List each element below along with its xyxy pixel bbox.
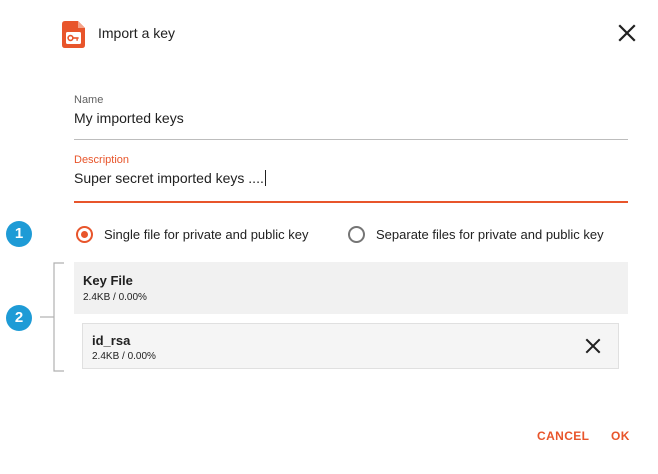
bracket-icon — [40, 262, 64, 372]
name-field[interactable]: Name My imported keys — [74, 93, 628, 140]
description-value: Super secret imported keys .... — [74, 170, 264, 186]
key-file-title: Key File — [83, 273, 133, 288]
dialog-title: Import a key — [98, 25, 176, 41]
file-item-meta: 2.4KB / 0.00% — [92, 351, 156, 362]
ok-button[interactable]: OK — [611, 429, 630, 443]
file-item-name: id_rsa — [92, 333, 131, 348]
radio-separate-files[interactable]: Separate files for private and public ke… — [348, 222, 604, 246]
radio-single-file[interactable]: Single file for private and public key — [76, 222, 309, 246]
key-file-icon — [62, 21, 85, 48]
name-label: Name — [74, 94, 104, 106]
file-item: id_rsa 2.4KB / 0.00% — [82, 323, 619, 369]
radio-unchecked-icon[interactable] — [348, 225, 365, 243]
cancel-button[interactable]: CANCEL — [537, 429, 589, 443]
description-field[interactable]: Description Super secret imported keys .… — [74, 153, 628, 203]
step-badge-2: 2 — [6, 305, 32, 331]
import-key-dialog: Import a key Name My imported keys Descr… — [0, 0, 658, 474]
description-input[interactable]: Super secret imported keys .... — [74, 169, 266, 187]
radio-separate-files-label: Separate files for private and public ke… — [376, 226, 604, 242]
step-badge-1: 1 — [6, 221, 32, 247]
description-label: Description — [74, 154, 130, 166]
remove-file-icon[interactable] — [584, 337, 602, 355]
close-icon[interactable] — [615, 21, 639, 45]
radio-checked-icon[interactable] — [76, 225, 93, 243]
radio-single-file-label: Single file for private and public key — [104, 226, 309, 242]
name-input[interactable]: My imported keys — [74, 109, 184, 127]
key-file-meta: 2.4KB / 0.00% — [83, 292, 147, 303]
key-file-group: Key File 2.4KB / 0.00% — [74, 262, 628, 314]
text-caret — [264, 170, 266, 186]
